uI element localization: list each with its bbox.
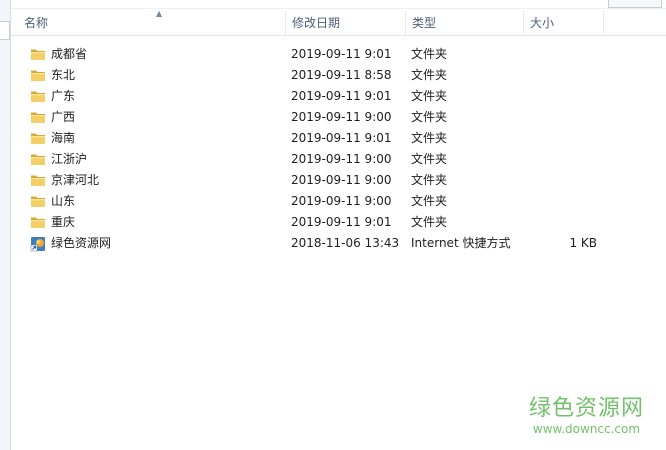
file-size: 1 KB — [569, 236, 597, 250]
column-header-type-label: 类型 — [412, 16, 437, 30]
file-name: 广东 — [51, 89, 76, 103]
file-date: 2018-11-06 13:43 — [291, 236, 400, 250]
watermark-url: www.downcc.com — [532, 422, 641, 436]
watermark: 绿色资源网 www.downcc.com — [529, 396, 644, 436]
column-header-size[interactable]: 大小 — [524, 11, 604, 35]
file-date: 2019-09-11 9:00 — [291, 173, 392, 187]
file-type: 文件夹 — [411, 173, 448, 187]
column-header-date[interactable]: 修改日期 — [286, 11, 406, 35]
file-type: 文件夹 — [411, 110, 448, 124]
sort-ascending-icon: ▲ — [156, 9, 163, 18]
folder-icon — [30, 194, 46, 208]
file-type: 文件夹 — [411, 89, 448, 103]
folder-icon — [30, 68, 46, 82]
file-name: 重庆 — [51, 215, 76, 229]
file-type: 文件夹 — [411, 194, 448, 208]
nav-pane-scroll-button[interactable] — [0, 21, 10, 40]
column-header-date-label: 修改日期 — [292, 16, 341, 30]
folder-icon — [30, 131, 46, 145]
file-name: 京津河北 — [51, 173, 100, 187]
file-date: 2019-09-11 9:01 — [291, 131, 392, 145]
file-name: 江浙沪 — [51, 152, 88, 166]
column-header-size-label: 大小 — [530, 16, 555, 30]
file-type: 文件夹 — [411, 152, 448, 166]
file-date: 2019-09-11 8:58 — [291, 68, 392, 82]
file-row[interactable]: 重庆 2019-09-11 9:01 文件夹 — [11, 212, 666, 233]
file-date: 2019-09-11 9:01 — [291, 215, 392, 229]
file-name: 绿色资源网 — [51, 236, 112, 250]
folder-icon — [30, 215, 46, 229]
column-header-name-label: 名称 — [24, 16, 49, 30]
file-row[interactable]: 成都省 2019-09-11 9:01 文件夹 — [11, 44, 666, 65]
column-header-name[interactable]: ▲ 名称 — [18, 9, 286, 35]
folder-icon — [30, 47, 46, 61]
file-type: Internet 快捷方式 — [411, 236, 511, 250]
folder-icon — [30, 173, 46, 187]
file-row[interactable]: 绿色资源网 2018-11-06 13:43 Internet 快捷方式 1 KB — [11, 233, 666, 254]
file-date: 2019-09-11 9:00 — [291, 152, 392, 166]
folder-icon — [30, 110, 46, 124]
column-header-type[interactable]: 类型 — [406, 11, 524, 35]
file-list: 成都省 2019-09-11 9:01 文件夹 东北 2019-09-11 8:58 文件… — [11, 44, 666, 254]
file-row[interactable]: 江浙沪 2019-09-11 9:00 文件夹 — [11, 149, 666, 170]
file-type: 文件夹 — [411, 47, 448, 61]
file-type: 文件夹 — [411, 215, 448, 229]
column-header: ▲ 名称 修改日期 类型 大小 — [11, 9, 666, 36]
file-name: 海南 — [51, 131, 76, 145]
file-date: 2019-09-11 9:00 — [291, 194, 392, 208]
file-row[interactable]: 山东 2019-09-11 9:00 文件夹 — [11, 191, 666, 212]
file-row[interactable]: 东北 2019-09-11 8:58 文件夹 — [11, 65, 666, 86]
file-date: 2019-09-11 9:01 — [291, 47, 392, 61]
internet-shortcut-icon — [30, 236, 46, 252]
file-date: 2019-09-11 9:01 — [291, 89, 392, 103]
file-type: 文件夹 — [411, 131, 448, 145]
file-name: 山东 — [51, 194, 76, 208]
file-row[interactable]: 广东 2019-09-11 9:01 文件夹 — [11, 86, 666, 107]
file-name: 广西 — [51, 110, 76, 124]
file-row[interactable]: 京津河北 2019-09-11 9:00 文件夹 — [11, 170, 666, 191]
folder-icon — [30, 152, 46, 166]
file-row[interactable]: 广西 2019-09-11 9:00 文件夹 — [11, 107, 666, 128]
file-name: 东北 — [51, 68, 76, 82]
navigation-pane[interactable] — [0, 0, 11, 450]
folder-icon — [30, 89, 46, 103]
file-row[interactable]: 海南 2019-09-11 9:01 文件夹 — [11, 128, 666, 149]
view-options-button[interactable] — [608, 0, 662, 8]
watermark-title: 绿色资源网 — [528, 396, 644, 421]
file-name: 成都省 — [51, 47, 88, 61]
file-type: 文件夹 — [411, 68, 448, 82]
toolbar-strip — [11, 0, 666, 9]
file-date: 2019-09-11 9:00 — [291, 110, 392, 124]
